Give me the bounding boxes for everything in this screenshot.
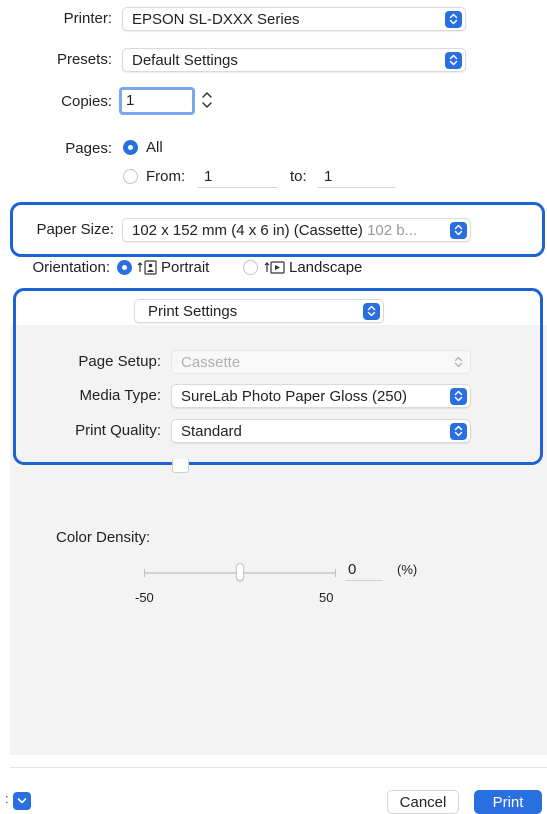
pages-from-value: 1 bbox=[204, 168, 213, 185]
section-popup[interactable]: Print Settings bbox=[134, 299, 384, 323]
pages-all-label: All bbox=[146, 139, 163, 156]
color-density-max-label: 50 bbox=[319, 590, 334, 605]
slider-tick-min bbox=[144, 569, 145, 577]
paper-size-value: 102 x 152 mm (4 x 6 in) (Cassette) bbox=[132, 221, 363, 239]
chevron-updown-icon bbox=[450, 354, 467, 371]
orientation-landscape-label: Landscape bbox=[289, 259, 363, 276]
portrait-icon bbox=[137, 259, 159, 275]
chevron-updown-icon bbox=[450, 422, 467, 440]
page-setup-popup: Cassette bbox=[171, 350, 471, 374]
pages-from-radio[interactable] bbox=[123, 169, 138, 184]
section-popup-value: Print Settings bbox=[148, 302, 238, 320]
chevron-updown-icon bbox=[445, 10, 462, 28]
presets-popup[interactable]: Default Settings bbox=[122, 48, 466, 72]
print-button-label: Print bbox=[492, 793, 524, 811]
slider-tick-max bbox=[335, 569, 336, 577]
presets-label: Presets: bbox=[56, 51, 112, 68]
page-setup-label: Page Setup: bbox=[78, 353, 161, 370]
copies-stepper[interactable] bbox=[200, 88, 214, 112]
pages-label: Pages: bbox=[65, 140, 112, 157]
copies-label: Copies: bbox=[61, 93, 112, 110]
pages-from-field[interactable]: 1 bbox=[198, 166, 278, 188]
hidden-checkbox[interactable] bbox=[172, 459, 189, 473]
footer-colon: : bbox=[5, 791, 9, 806]
print-quality-value: Standard bbox=[181, 422, 242, 440]
chevron-down-icon bbox=[17, 798, 27, 804]
paper-size-popup[interactable]: 102 x 152 mm (4 x 6 in) (Cassette) 102 b… bbox=[122, 218, 471, 242]
chevron-updown-icon bbox=[450, 221, 467, 239]
color-density-unit: (%) bbox=[397, 562, 418, 577]
print-quality-label: Print Quality: bbox=[75, 422, 161, 439]
media-type-label: Media Type: bbox=[79, 387, 161, 404]
page-setup-value: Cassette bbox=[181, 353, 241, 371]
orientation-portrait-label: Portrait bbox=[161, 259, 210, 276]
color-density-value: 0 bbox=[348, 561, 357, 578]
pages-to-label: to: bbox=[290, 168, 307, 185]
printer-popup[interactable]: EPSON SL-DXXX Series bbox=[122, 7, 466, 31]
orientation-label: Orientation: bbox=[32, 259, 110, 276]
paper-size-value-wrap: 102 x 152 mm (4 x 6 in) (Cassette) 102 b… bbox=[132, 222, 450, 239]
print-quality-popup[interactable]: Standard bbox=[171, 419, 471, 443]
slider-knob[interactable] bbox=[236, 563, 244, 581]
color-density-label: Color Density: bbox=[56, 529, 151, 546]
presets-value: Default Settings bbox=[132, 51, 238, 69]
printer-value: EPSON SL-DXXX Series bbox=[132, 10, 300, 28]
printer-label: Printer: bbox=[63, 10, 112, 27]
chevron-updown-icon bbox=[450, 387, 467, 405]
pages-all-radio[interactable] bbox=[123, 140, 138, 155]
media-type-popup[interactable]: SureLab Photo Paper Gloss (250) bbox=[171, 384, 471, 408]
media-type-value: SureLab Photo Paper Gloss (250) bbox=[181, 387, 407, 405]
footer-divider bbox=[10, 767, 547, 768]
chevron-updown-icon bbox=[445, 51, 462, 69]
pages-from-label: From: bbox=[146, 168, 186, 185]
print-button[interactable]: Print bbox=[474, 790, 542, 814]
copies-value: 1 bbox=[126, 92, 135, 109]
pdf-menu-button[interactable] bbox=[13, 792, 31, 810]
pages-to-value: 1 bbox=[324, 168, 333, 185]
orientation-landscape-radio[interactable] bbox=[243, 260, 258, 275]
copies-input[interactable]: 1 bbox=[119, 87, 195, 115]
chevron-updown-icon bbox=[363, 302, 380, 320]
cancel-button-label: Cancel bbox=[399, 793, 447, 811]
color-density-min-label: -50 bbox=[135, 590, 154, 605]
paper-size-hint: 102 b... bbox=[367, 221, 418, 239]
orientation-portrait-radio[interactable] bbox=[117, 260, 132, 275]
landscape-icon bbox=[264, 259, 286, 275]
cancel-button[interactable]: Cancel bbox=[387, 790, 459, 814]
pages-to-field[interactable]: 1 bbox=[318, 166, 396, 188]
color-density-slider[interactable] bbox=[142, 562, 338, 582]
paper-size-label: Paper Size: bbox=[36, 221, 114, 238]
color-density-field[interactable]: 0 bbox=[345, 559, 383, 581]
